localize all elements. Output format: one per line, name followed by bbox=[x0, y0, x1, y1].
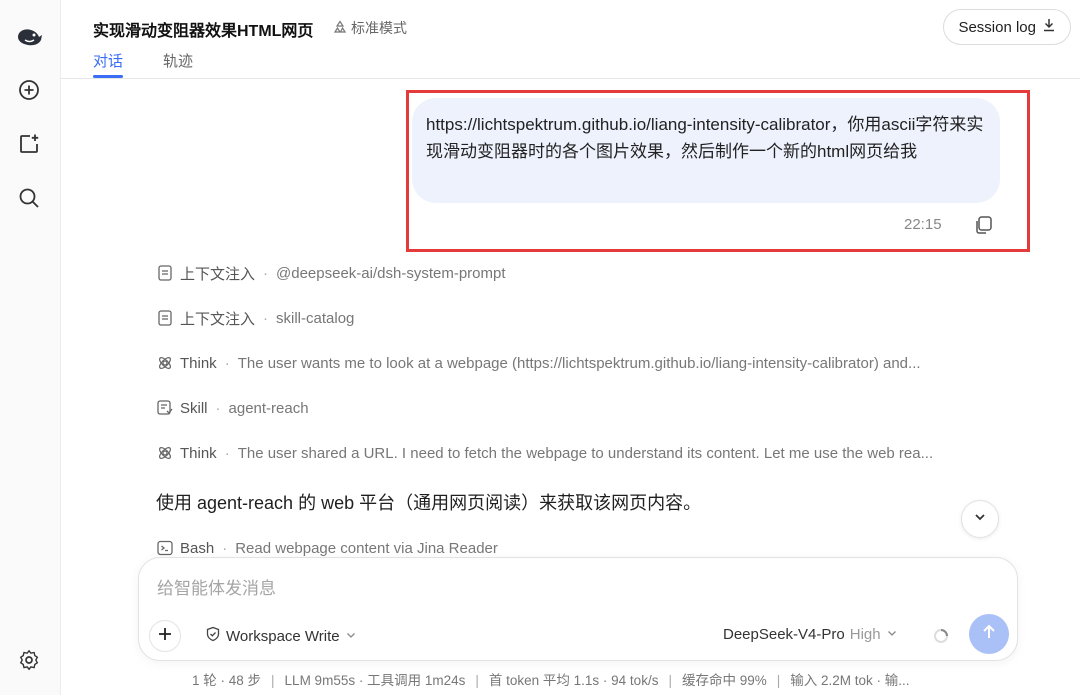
skill-icon bbox=[156, 399, 174, 417]
shield-icon bbox=[205, 626, 221, 646]
send-button[interactable] bbox=[969, 614, 1009, 654]
step-label: Think bbox=[180, 444, 217, 462]
separator-dot: · bbox=[224, 354, 230, 372]
header: 实现滑动变阻器效果HTML网页 标准模式 对话 轨迹 Session log bbox=[61, 0, 1080, 79]
mode-label: 标准模式 bbox=[351, 20, 407, 36]
think-icon bbox=[156, 354, 174, 372]
step-item[interactable]: Think · The user wants me to look at a w… bbox=[156, 352, 1006, 374]
chevron-down-icon bbox=[345, 628, 357, 645]
model-selector[interactable]: DeepSeek-V4-Pro High bbox=[723, 626, 898, 643]
app-window: 实现滑动变阻器效果HTML网页 标准模式 对话 轨迹 Session log h… bbox=[0, 0, 1080, 695]
separator-dot: · bbox=[263, 264, 269, 282]
status-cache: 缓存命中 99% bbox=[681, 673, 767, 688]
step-label: Skill bbox=[180, 399, 208, 417]
status-tokens: 输入 2.2M tok · 输... bbox=[790, 673, 910, 688]
whale-logo-icon[interactable] bbox=[15, 23, 43, 51]
page-title: 实现滑动变阻器效果HTML网页 bbox=[93, 23, 314, 40]
message-timestamp: 22:15 bbox=[904, 216, 942, 233]
step-detail: The user wants me to look at a webpage (… bbox=[237, 354, 921, 372]
new-chat-icon[interactable] bbox=[15, 76, 43, 104]
step-detail: The user shared a URL. I need to fetch t… bbox=[237, 444, 934, 462]
step-item[interactable]: Bash · Read webpage content via Jina Rea… bbox=[156, 537, 498, 559]
session-log-button[interactable]: Session log bbox=[943, 9, 1071, 45]
recycle-icon bbox=[333, 19, 347, 37]
step-label: 上下文注入 bbox=[180, 265, 256, 283]
message-composer[interactable]: 给智能体发消息 Workspace Write DeepSeek-V4-Pro … bbox=[138, 557, 1018, 661]
message-input[interactable]: 给智能体发消息 bbox=[157, 574, 276, 599]
mode-indicator[interactable]: 标准模式 bbox=[333, 18, 407, 38]
step-label: 上下文注入 bbox=[180, 310, 256, 328]
sidebar bbox=[0, 0, 61, 695]
tab-trajectory[interactable]: 轨迹 bbox=[163, 50, 193, 71]
chevron-down-icon bbox=[886, 626, 898, 643]
copy-icon[interactable] bbox=[973, 215, 993, 235]
attach-button[interactable] bbox=[149, 620, 181, 652]
think-icon bbox=[156, 444, 174, 462]
status-timing: LLM 9m55s · 工具调用 1m24s bbox=[284, 673, 466, 688]
workspace-label: Workspace Write bbox=[226, 627, 340, 645]
workspace-selector[interactable]: Workspace Write bbox=[205, 626, 357, 646]
user-message-bubble: https://lichtspektrum.github.io/liang-in… bbox=[412, 98, 1000, 203]
separator: | bbox=[271, 673, 275, 688]
terminal-icon bbox=[156, 539, 174, 557]
add-window-icon[interactable] bbox=[15, 130, 43, 158]
loading-spinner-icon bbox=[933, 628, 949, 644]
status-turns: 1 轮 · 48 步 bbox=[192, 673, 262, 688]
step-label: Think bbox=[180, 354, 217, 372]
document-icon bbox=[156, 309, 174, 327]
separator: | bbox=[475, 673, 479, 688]
separator-dot: · bbox=[263, 309, 269, 327]
model-name: DeepSeek-V4-Pro bbox=[723, 626, 845, 643]
download-icon bbox=[1042, 18, 1056, 36]
settings-icon[interactable] bbox=[15, 646, 43, 674]
separator: | bbox=[668, 673, 672, 688]
step-item[interactable]: Think · The user shared a URL. I need to… bbox=[156, 442, 1006, 464]
step-item[interactable]: 上下文注入 · @deepseek-ai/dsh-system-prompt bbox=[156, 262, 506, 284]
tab-chat[interactable]: 对话 bbox=[93, 50, 123, 71]
session-log-label: Session log bbox=[958, 18, 1036, 36]
step-item[interactable]: 上下文注入 · skill-catalog bbox=[156, 307, 354, 329]
assistant-message: 使用 agent-reach 的 web 平台（通用网页阅读）来获取该网页内容。 bbox=[156, 493, 702, 513]
separator-dot: · bbox=[215, 399, 221, 417]
step-label: Bash bbox=[180, 539, 215, 557]
step-detail: skill-catalog bbox=[276, 309, 355, 327]
separator-dot: · bbox=[222, 539, 228, 557]
plus-icon bbox=[157, 626, 173, 647]
arrow-up-icon bbox=[980, 623, 998, 646]
active-tab-indicator bbox=[93, 75, 123, 78]
chevron-down-icon bbox=[973, 510, 987, 529]
step-item[interactable]: Skill · agent-reach bbox=[156, 397, 309, 419]
status-token-speed: 首 token 平均 1.1s · 94 tok/s bbox=[488, 673, 659, 688]
separator: | bbox=[776, 673, 781, 688]
search-icon[interactable] bbox=[15, 184, 43, 212]
step-detail: Read webpage content via Jina Reader bbox=[235, 539, 498, 557]
step-detail: @deepseek-ai/dsh-system-prompt bbox=[276, 264, 506, 282]
document-icon bbox=[156, 264, 174, 282]
status-bar: 1 轮 · 48 步 | LLM 9m55s · 工具调用 1m24s | 首 toke… bbox=[192, 669, 910, 689]
separator-dot: · bbox=[224, 444, 230, 462]
step-detail: agent-reach bbox=[228, 399, 309, 417]
effort-level: High bbox=[849, 626, 881, 643]
scroll-down-button[interactable] bbox=[961, 500, 999, 538]
